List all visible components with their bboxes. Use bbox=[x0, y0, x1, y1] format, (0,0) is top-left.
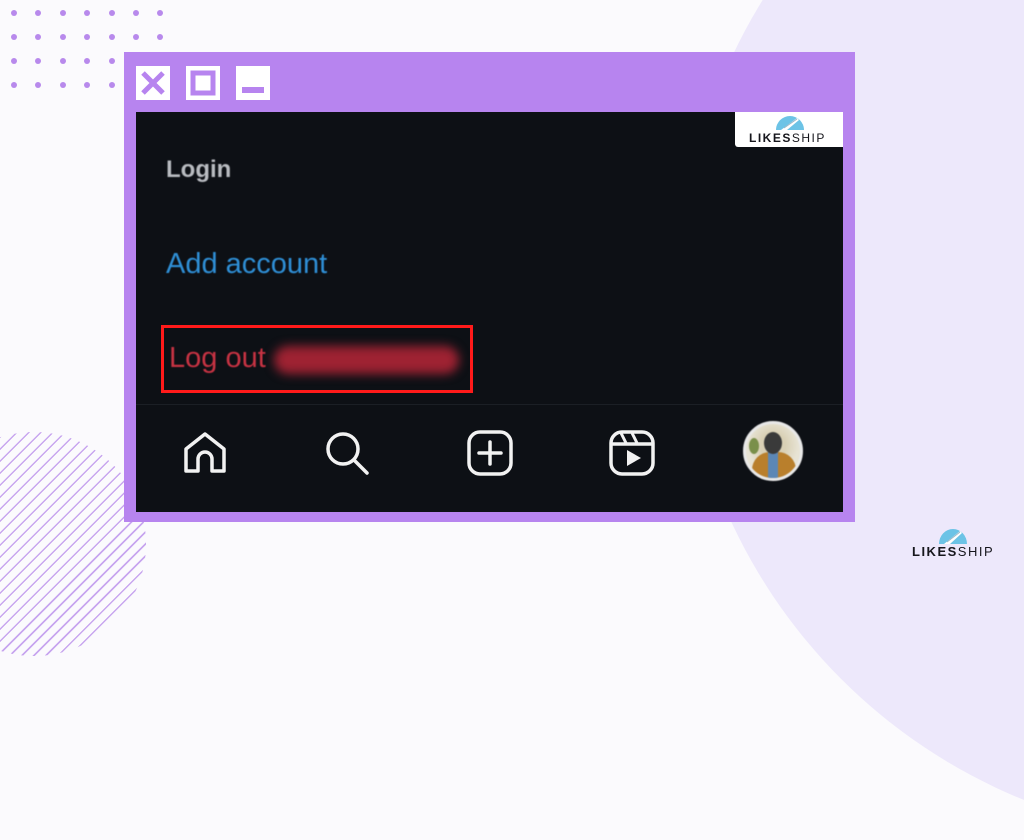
search-icon bbox=[326, 432, 369, 475]
decorative-dot bbox=[59, 58, 66, 64]
menu-item-login[interactable]: Login bbox=[166, 156, 231, 184]
watermark-brand-bold: LIKES bbox=[749, 131, 792, 145]
corner-brand-logo: LIKESSHIP bbox=[912, 526, 994, 562]
nav-create[interactable] bbox=[465, 428, 515, 478]
decorative-dot bbox=[84, 34, 91, 40]
decorative-dot bbox=[108, 58, 115, 64]
nav-home[interactable] bbox=[180, 428, 230, 478]
decorative-dot bbox=[157, 10, 164, 16]
decorative-dot bbox=[59, 34, 66, 40]
log-out-label: Log out bbox=[169, 342, 266, 374]
decorative-dot bbox=[11, 34, 17, 40]
home-icon bbox=[184, 432, 226, 473]
decorative-dot bbox=[35, 34, 42, 40]
ship-logo-icon bbox=[939, 529, 967, 544]
decorative-dot bbox=[59, 10, 66, 16]
decorative-dot bbox=[59, 82, 66, 88]
decorative-dot bbox=[133, 10, 139, 16]
watermark-badge: LIKESSHIP bbox=[735, 112, 843, 147]
decorative-dot bbox=[35, 10, 42, 16]
nav-search[interactable] bbox=[322, 428, 372, 478]
watermark-brand-thin: SHIP bbox=[791, 131, 826, 145]
maximize-button[interactable] bbox=[186, 66, 220, 100]
decorative-dot bbox=[11, 10, 17, 16]
ship-logo-icon bbox=[776, 116, 804, 130]
decorative-dot bbox=[133, 34, 139, 40]
decorative-dot bbox=[35, 82, 42, 88]
decorative-dot bbox=[84, 58, 91, 64]
nav-reels[interactable] bbox=[607, 428, 657, 478]
plus-square-icon bbox=[467, 430, 513, 476]
decorative-dot bbox=[11, 82, 17, 88]
app-window: LIKESSHIP Login Add account Log out bbox=[124, 52, 855, 522]
minimize-icon bbox=[242, 87, 264, 93]
decorative-dot bbox=[11, 58, 17, 64]
nav-profile-avatar[interactable] bbox=[743, 421, 803, 481]
highlight-box: Log out bbox=[161, 325, 473, 393]
decorative-dot bbox=[84, 82, 91, 88]
minimize-button[interactable] bbox=[236, 66, 270, 100]
decorative-dot bbox=[108, 10, 115, 16]
nav-divider bbox=[136, 404, 843, 405]
blurred-username bbox=[274, 346, 459, 374]
decorative-dot bbox=[35, 58, 42, 64]
decorative-dot bbox=[108, 82, 115, 88]
corner-brand-bold: LIKES bbox=[912, 544, 958, 559]
maximize-icon bbox=[190, 70, 216, 96]
corner-brand-thin: SHIP bbox=[957, 544, 995, 559]
close-button[interactable] bbox=[136, 66, 170, 100]
decorative-dot bbox=[157, 34, 164, 40]
app-screen: LIKESSHIP Login Add account Log out bbox=[136, 112, 843, 512]
menu-item-log-out[interactable]: Log out bbox=[169, 342, 266, 375]
close-icon bbox=[141, 71, 165, 95]
decorative-dot bbox=[108, 34, 115, 40]
menu-item-add-account[interactable]: Add account bbox=[166, 248, 327, 281]
decorative-dot bbox=[84, 10, 91, 16]
reels-icon bbox=[609, 430, 655, 476]
